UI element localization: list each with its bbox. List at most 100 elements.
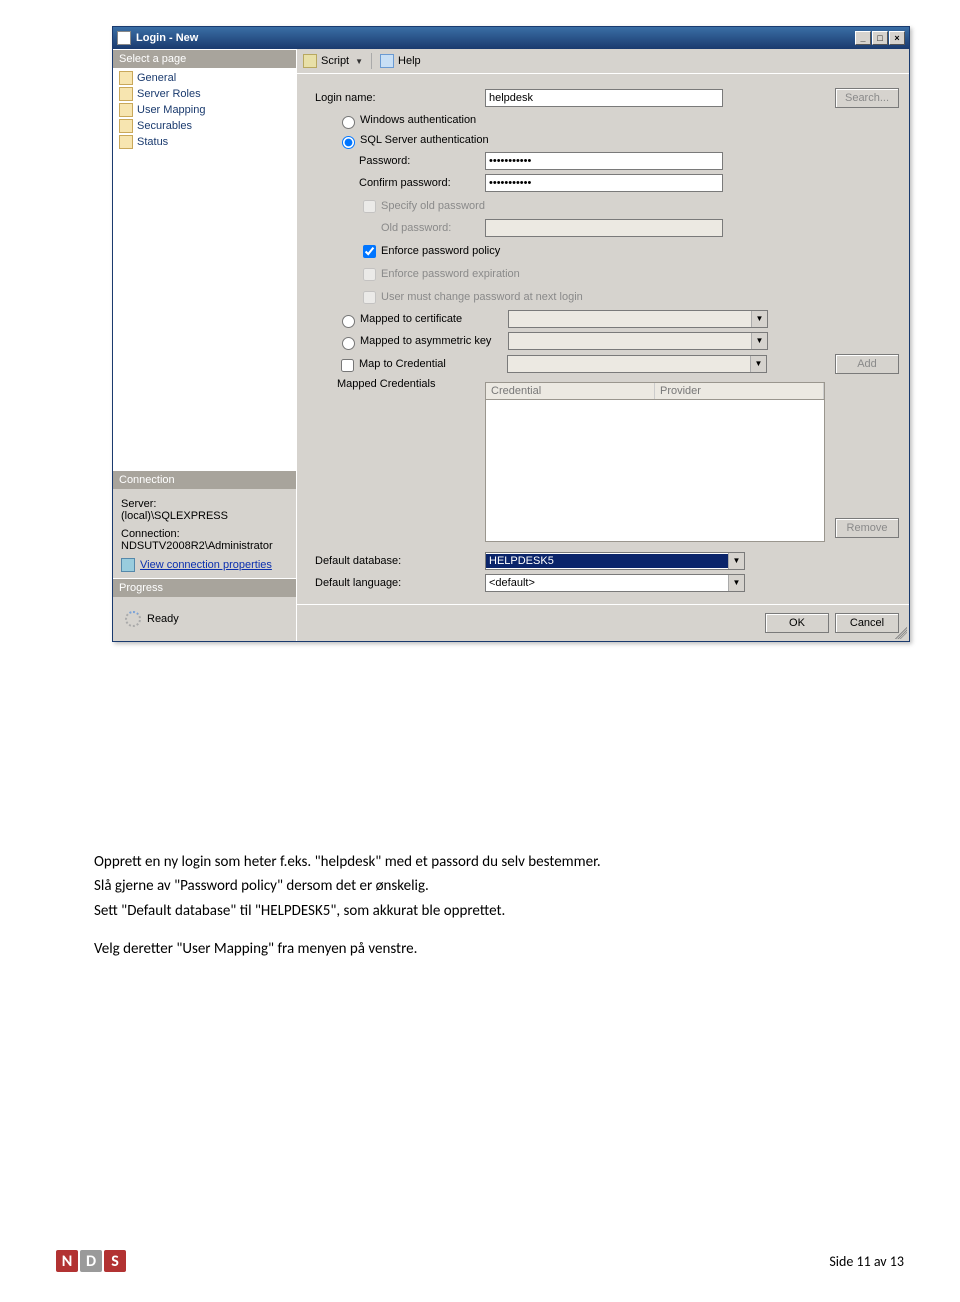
enforce-policy-label: Enforce password policy [381,245,500,257]
mapped-asym-radio[interactable] [342,337,355,350]
minimize-button[interactable]: _ [855,31,871,45]
mapped-cert-combo: ▼ [508,310,768,328]
window-title: Login - New [136,32,855,44]
remove-button[interactable]: Remove [835,518,899,538]
chevron-down-icon: ▼ [751,333,767,349]
doc-paragraph: Velg deretter "User Mapping" fra menyen … [94,939,864,959]
doc-paragraph: Opprett en ny login som heter f.eks. "he… [94,852,864,872]
page-icon [119,119,133,133]
connection-label: Connection: [121,528,288,540]
search-button[interactable]: Search... [835,88,899,108]
mapped-credentials-table[interactable]: Credential Provider [485,382,825,542]
ok-button[interactable]: OK [765,613,829,633]
script-button[interactable]: Script [321,55,349,67]
confirm-password-input[interactable] [485,174,723,192]
confirm-password-label: Confirm password: [359,177,485,189]
toolbar: Script ▼ Help [297,49,909,74]
document-text: Opprett en ny login som heter f.eks. "he… [94,852,864,963]
windows-auth-label: Windows authentication [360,114,476,126]
map-credential-label: Map to Credential [359,358,507,370]
chevron-down-icon[interactable]: ▼ [355,57,363,66]
logo-letter: D [80,1250,102,1272]
mapped-cert-radio[interactable] [342,315,355,328]
page-footer: N D S Side 11 av 13 [56,1250,904,1272]
properties-icon [121,558,135,572]
password-label: Password: [359,155,485,167]
page-icon [119,87,133,101]
connection-header: Connection [113,470,296,489]
titlebar[interactable]: Login - New _ □ × [113,27,909,49]
page-server-roles[interactable]: Server Roles [117,86,292,102]
cancel-button[interactable]: Cancel [835,613,899,633]
windows-auth-radio[interactable] [342,116,355,129]
default-language-label: Default language: [315,577,485,589]
server-value: (local)\SQLEXPRESS [121,510,288,522]
page-label: Securables [137,120,192,132]
page-securables[interactable]: Securables [117,118,292,134]
password-input[interactable] [485,152,723,170]
login-name-input[interactable] [485,89,723,107]
default-database-combo[interactable]: HELPDESK5 ▼ [485,552,745,570]
chevron-down-icon[interactable]: ▼ [728,553,744,569]
enforce-expiration-check [363,268,376,281]
page-icon [119,135,133,149]
help-icon [380,54,394,68]
default-language-combo[interactable]: <default> ▼ [485,574,745,592]
enforce-policy-check[interactable] [363,245,376,258]
page-label: User Mapping [137,104,205,116]
script-icon [303,54,317,68]
page-icon [119,71,133,85]
enforce-expiration-label: Enforce password expiration [381,268,520,280]
page-user-mapping[interactable]: User Mapping [117,102,292,118]
doc-paragraph: Slå gjerne av "Password policy" dersom d… [94,876,864,896]
page-general[interactable]: General [117,70,292,86]
mapped-asym-label: Mapped to asymmetric key [360,335,508,347]
logo-letter: S [104,1250,126,1272]
must-change-label: User must change password at next login [381,291,583,303]
mapped-asym-combo: ▼ [508,332,768,350]
page-status[interactable]: Status [117,134,292,150]
provider-column-header: Provider [655,383,824,399]
progress-status-row: Ready [121,603,288,635]
progress-header: Progress [113,578,296,597]
app-icon [117,31,131,45]
main-panel: Script ▼ Help Login name: Search... Wind… [297,49,909,641]
left-panel: Select a page General Server Roles User … [113,49,297,641]
form: Login name: Search... Windows authentica… [297,74,909,604]
nds-logo: N D S [56,1250,126,1272]
login-new-dialog: Login - New _ □ × Select a page General … [112,26,910,642]
must-change-check [363,291,376,304]
spinner-icon [125,611,141,627]
close-button[interactable]: × [889,31,905,45]
connection-panel: Server: (local)\SQLEXPRESS Connection: N… [113,489,296,578]
help-button[interactable]: Help [398,55,421,67]
doc-paragraph: Sett "Default database" til "HELPDESK5",… [94,901,864,921]
mapped-credentials-label: Mapped Credentials [315,378,485,390]
page-label: Server Roles [137,88,201,100]
login-name-label: Login name: [315,92,485,104]
specify-old-password-label: Specify old password [381,200,485,212]
default-language-value: <default> [486,577,728,589]
old-password-label: Old password: [381,222,485,234]
chevron-down-icon: ▼ [751,311,767,327]
select-page-header: Select a page [113,49,296,68]
chevron-down-icon: ▼ [750,356,766,372]
resize-grip[interactable] [895,627,907,639]
old-password-input [485,219,723,237]
sql-auth-radio[interactable] [342,136,355,149]
logo-letter: N [56,1250,78,1272]
page-icon [119,103,133,117]
map-credential-check[interactable] [341,359,354,372]
chevron-down-icon[interactable]: ▼ [728,575,744,591]
sql-auth-label: SQL Server authentication [360,134,489,146]
dialog-buttons: OK Cancel [297,604,909,641]
view-connection-properties-link[interactable]: View connection properties [140,559,272,571]
credential-column-header: Credential [486,383,655,399]
separator [371,53,372,69]
maximize-button[interactable]: □ [872,31,888,45]
default-database-value: HELPDESK5 [486,554,728,568]
progress-status: Ready [147,613,179,625]
connection-value: NDSUTV2008R2\Administrator [121,540,288,552]
page-list: General Server Roles User Mapping Secura… [113,68,296,152]
add-button[interactable]: Add [835,354,899,374]
